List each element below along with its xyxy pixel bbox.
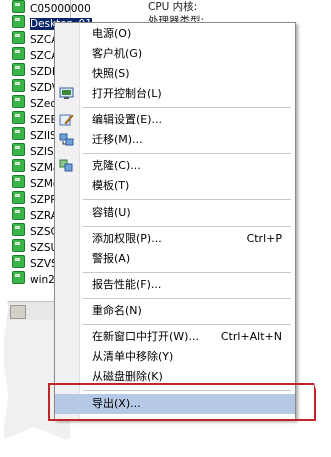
vm-icon	[12, 159, 25, 172]
clone-icon	[59, 159, 73, 172]
vm-icon	[12, 271, 25, 284]
vm-icon	[12, 95, 25, 108]
menu-item-fault-tolerance[interactable]: 容错(U)	[55, 203, 295, 223]
menu-item-label: 容错(U)	[92, 206, 131, 219]
menu-item-label: 快照(S)	[92, 67, 130, 80]
menu-item-edit-settings[interactable]: 编辑设置(E)...	[55, 110, 295, 130]
vm-icon	[12, 111, 25, 124]
vm-icon	[12, 47, 25, 60]
vm-icon	[12, 223, 25, 236]
menu-item-snapshot[interactable]: 快照(S)	[55, 64, 295, 84]
scroll-left-arrow-icon[interactable]	[10, 305, 26, 319]
cpu-cores-label: CPU 内核:	[148, 1, 198, 13]
menu-item-report-performance[interactable]: 报告性能(F)...	[55, 275, 295, 295]
menu-item-label: 警报(A)	[92, 252, 131, 265]
tree-item-label: SZIIS	[30, 130, 57, 142]
menu-item-rename[interactable]: 重命名(N)	[55, 301, 295, 321]
menu-separator	[83, 226, 291, 227]
menu-item-open-new-window[interactable]: 在新窗口中打开(W)... Ctrl+Alt+N	[55, 327, 295, 347]
menu-item-label: 客户机(G)	[92, 47, 143, 60]
vm-icon	[12, 175, 25, 188]
vm-icon	[12, 79, 25, 92]
menu-separator	[83, 107, 291, 108]
context-menu: 电源(O) 客户机(G) 快照(S) 打开控制台(L) 编辑设置(E)... 迁…	[54, 22, 296, 420]
screenshot-frame: C05000000 Desktop_01 SZCA SZCA SZDH SZDV…	[2, 0, 320, 440]
vm-icon	[12, 239, 25, 252]
menu-item-remove-from-inventory[interactable]: 从清单中移除(Y)	[55, 347, 295, 367]
menu-item-label: 打开控制台(L)	[92, 87, 162, 100]
edit-settings-icon	[59, 114, 74, 126]
vm-icon	[12, 0, 25, 13]
menu-item-label: 从清单中移除(Y)	[92, 350, 174, 363]
menu-item-clone[interactable]: 克隆(C)...	[55, 156, 295, 176]
menu-item-label: 电源(O)	[92, 27, 132, 40]
menu-item-label: 迁移(M)...	[92, 133, 143, 146]
vm-icon	[12, 191, 25, 204]
export-highlight-box	[48, 383, 316, 421]
tree-item-label: C05000000	[30, 3, 91, 15]
menu-item-label: 编辑设置(E)...	[92, 113, 163, 126]
menu-item-power[interactable]: 电源(O)	[55, 24, 295, 44]
menu-item-alarm[interactable]: 警报(A)	[55, 249, 295, 269]
menu-item-label: 克隆(C)...	[92, 159, 141, 172]
menu-item-label: 模板(T)	[92, 179, 130, 192]
menu-separator	[83, 324, 291, 325]
menu-item-add-permission[interactable]: 添加权限(P)... Ctrl+P	[55, 229, 295, 249]
menu-separator	[83, 199, 291, 200]
vm-icon	[12, 15, 25, 28]
vm-icon	[12, 255, 25, 268]
tree-item-c05000000[interactable]: C05000000	[12, 0, 132, 16]
menu-item-shortcut: Ctrl+Alt+N	[220, 330, 282, 343]
vm-icon	[12, 127, 25, 140]
vm-icon	[12, 31, 25, 44]
menu-item-label: 添加权限(P)...	[92, 232, 162, 245]
menu-item-label: 报告性能(F)...	[92, 278, 162, 291]
vm-icon	[12, 63, 25, 76]
menu-item-guest[interactable]: 客户机(G)	[55, 44, 295, 64]
menu-item-migrate[interactable]: 迁移(M)...	[55, 130, 295, 150]
menu-item-shortcut: Ctrl+P	[246, 232, 282, 245]
menu-item-label: 在新窗口中打开(W)...	[92, 330, 199, 343]
migrate-icon	[59, 133, 74, 146]
menu-item-label: 重命名(N)	[92, 304, 142, 317]
menu-item-template[interactable]: 模板(T)	[55, 176, 295, 196]
menu-separator	[83, 272, 291, 273]
console-icon	[59, 87, 74, 99]
menu-item-open-console[interactable]: 打开控制台(L)	[55, 84, 295, 104]
vm-icon	[12, 207, 25, 220]
menu-separator	[83, 153, 291, 154]
menu-separator	[83, 298, 291, 299]
vm-icon	[12, 143, 25, 156]
